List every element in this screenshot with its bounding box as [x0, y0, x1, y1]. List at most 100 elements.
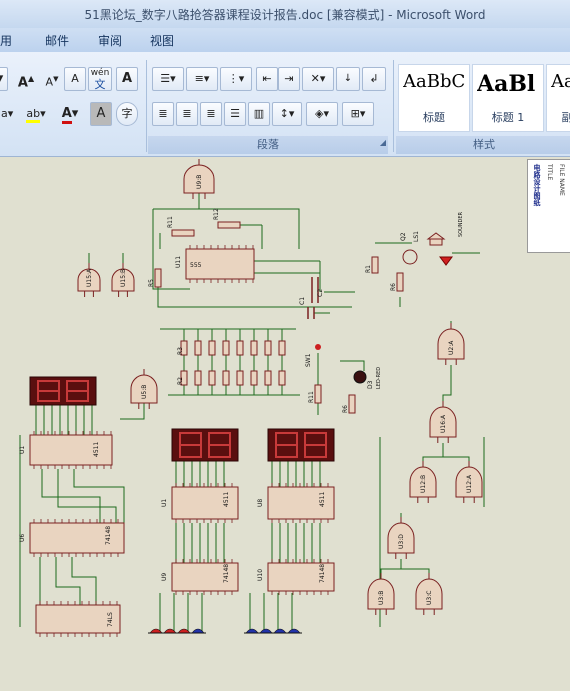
char-shading-icon: A — [96, 106, 106, 121]
text-direction-button[interactable]: ✕▾ — [302, 67, 334, 91]
borders-button[interactable]: ⊞▾ — [342, 102, 374, 126]
resistor-bank-top — [250, 340, 258, 356]
multilevel-list-button[interactable]: ⋮▾ — [220, 67, 252, 91]
sw1-label: SW1 — [305, 353, 312, 367]
sounder-label: SOUNDER — [458, 211, 464, 237]
ic-74ls-bottom-label: 74LS — [107, 612, 114, 627]
speaker-ls1 — [426, 232, 446, 240]
style-subtitle-tile[interactable]: Aa 副 — [546, 64, 570, 132]
align-center-icon: ≣ — [182, 107, 192, 120]
highlight-button[interactable]: ab▾ — [20, 102, 52, 126]
style-normal-tile[interactable]: AaBbC 标题 — [398, 64, 470, 132]
tab-mailings[interactable]: 邮件 — [45, 32, 69, 49]
shading-button[interactable]: ◈▾ — [306, 102, 338, 126]
gate-u12b-label: U12:B — [420, 475, 427, 493]
wire — [153, 208, 300, 249]
resistor-r16-label: R6 — [342, 405, 349, 413]
char-shading-button[interactable]: A — [90, 102, 112, 126]
font-size-dropdown[interactable]: ▾ — [0, 67, 8, 91]
increase-indent-icon: ⇥ — [284, 72, 294, 85]
resistor-r5 — [154, 268, 162, 288]
enclose-char-icon: 字 — [121, 107, 133, 120]
resistor-r1-label: R1 — [365, 265, 372, 273]
resistor-bank-bottom — [264, 370, 272, 386]
ribbon-tabs: 用 邮件 审阅 视图 — [0, 28, 570, 52]
char-border-button[interactable]: A — [116, 67, 138, 91]
d3-type-label: LED-RED — [376, 367, 382, 389]
wire — [443, 456, 470, 467]
clear-format-button[interactable]: A — [64, 67, 86, 91]
resistor-r6-label: R6 — [390, 283, 397, 291]
align-left-button[interactable]: ≣ — [152, 102, 174, 126]
paragraph-dialog-launcher[interactable]: ◢ — [378, 138, 388, 148]
document-area[interactable]: U9:B U11 555 R11 R12 R5 C2 C1 U15:A U15:B R1 Q2 LS1 S… — [0, 157, 570, 691]
font-fragment-button[interactable]: a▾ — [0, 102, 13, 126]
style-heading1-tile[interactable]: AaBl 标题 1 — [472, 64, 544, 132]
gate-u15b-label: U15:B — [120, 269, 127, 287]
increase-indent-button[interactable]: ⇥ — [278, 67, 300, 91]
decrease-indent-button[interactable]: ⇤ — [256, 67, 278, 91]
style-name: 标题 — [423, 111, 445, 124]
shrink-font-button[interactable]: A▼ — [40, 67, 64, 91]
u11-chip-label: 555 — [190, 262, 202, 269]
phonetic-guide-button[interactable]: wén 文 — [88, 67, 112, 91]
button-blue — [245, 628, 259, 634]
char-border-icon: A — [121, 71, 133, 86]
enclose-char-button[interactable]: 字 — [116, 102, 138, 126]
paint-bucket-icon: ◈▾ — [315, 107, 329, 120]
justify-button[interactable]: ☰ — [224, 102, 246, 126]
d3-label: D3 — [367, 380, 374, 389]
gate-u9-label: U9:B — [196, 175, 203, 189]
font-color-icon: A — [61, 106, 72, 124]
align-center-button[interactable]: ≣ — [176, 102, 198, 126]
group-separator — [146, 60, 147, 152]
title-block-file: FILE NAME — [558, 164, 565, 196]
style-sample: AaBl — [477, 71, 536, 97]
button-blue — [259, 628, 273, 634]
tab-view[interactable]: 视图 — [150, 32, 174, 49]
grow-font-button[interactable]: A▲ — [14, 67, 38, 91]
distributed-icon: ▥ — [253, 107, 265, 120]
align-left-icon: ≣ — [158, 107, 168, 120]
ic-u9-mid-label: U9 — [161, 573, 168, 581]
ic-u8-right-label: U8 — [257, 499, 264, 507]
sort-button[interactable]: ↓ — [336, 67, 360, 91]
font-color-button[interactable]: A▾ — [54, 102, 86, 126]
ic-u10-right-label: U10 — [257, 569, 264, 581]
line-spacing-icon: ↕▾ — [279, 107, 295, 120]
wire — [71, 557, 97, 605]
window-title: 51黑论坛_数字八路抢答器课程设计报告.doc [兼容模式] - Microso… — [84, 8, 486, 22]
resistor-r1 — [371, 256, 379, 274]
title-block-label: TITLE — [546, 164, 553, 181]
line-spacing-button[interactable]: ↕▾ — [272, 102, 302, 126]
tab-references[interactable]: 用 — [0, 32, 12, 49]
distributed-button[interactable]: ▥ — [248, 102, 270, 126]
bullets-button[interactable]: ☰▾ — [152, 67, 184, 91]
speaker-ls1-body — [429, 238, 443, 246]
show-marks-button[interactable]: ↲ — [362, 67, 386, 91]
decrease-indent-icon: ⇤ — [262, 72, 272, 85]
gate-u12a-label: U12:A — [466, 474, 473, 493]
group-separator — [393, 60, 394, 152]
ic-u6-left-label: U6 — [19, 534, 26, 542]
ribbon: ▾ A▲ A▼ A wén文 A a▾ ab▾ A▾ A 字 ☰▾ ≡▾ ⋮▾ … — [0, 52, 570, 157]
resistor-r12-label: R12 — [213, 208, 220, 220]
button-blue — [287, 628, 301, 634]
phonetic-guide-icon: wén — [90, 68, 110, 78]
styles-group-label: 样式 — [396, 136, 570, 154]
resistor-bank-bottom — [194, 370, 202, 386]
switch-sw1 — [315, 344, 321, 350]
ic-u10-right-chip-label: 74148 — [319, 564, 326, 583]
paragraph-mark-icon: ↲ — [369, 72, 379, 85]
gate-u3d-label: U3:D — [398, 534, 405, 549]
align-right-button[interactable]: ≣ — [200, 102, 222, 126]
numbering-button[interactable]: ≡▾ — [186, 67, 218, 91]
style-name: 标题 1 — [491, 111, 525, 124]
q2-label: Q2 — [400, 232, 407, 241]
clear-format-icon: A — [71, 72, 79, 85]
tab-review[interactable]: 审阅 — [98, 32, 122, 49]
ic-4511-label: 4511 — [93, 442, 100, 457]
wire — [55, 557, 81, 605]
align-right-icon: ≣ — [206, 107, 216, 120]
resistor-r6 — [396, 272, 404, 292]
